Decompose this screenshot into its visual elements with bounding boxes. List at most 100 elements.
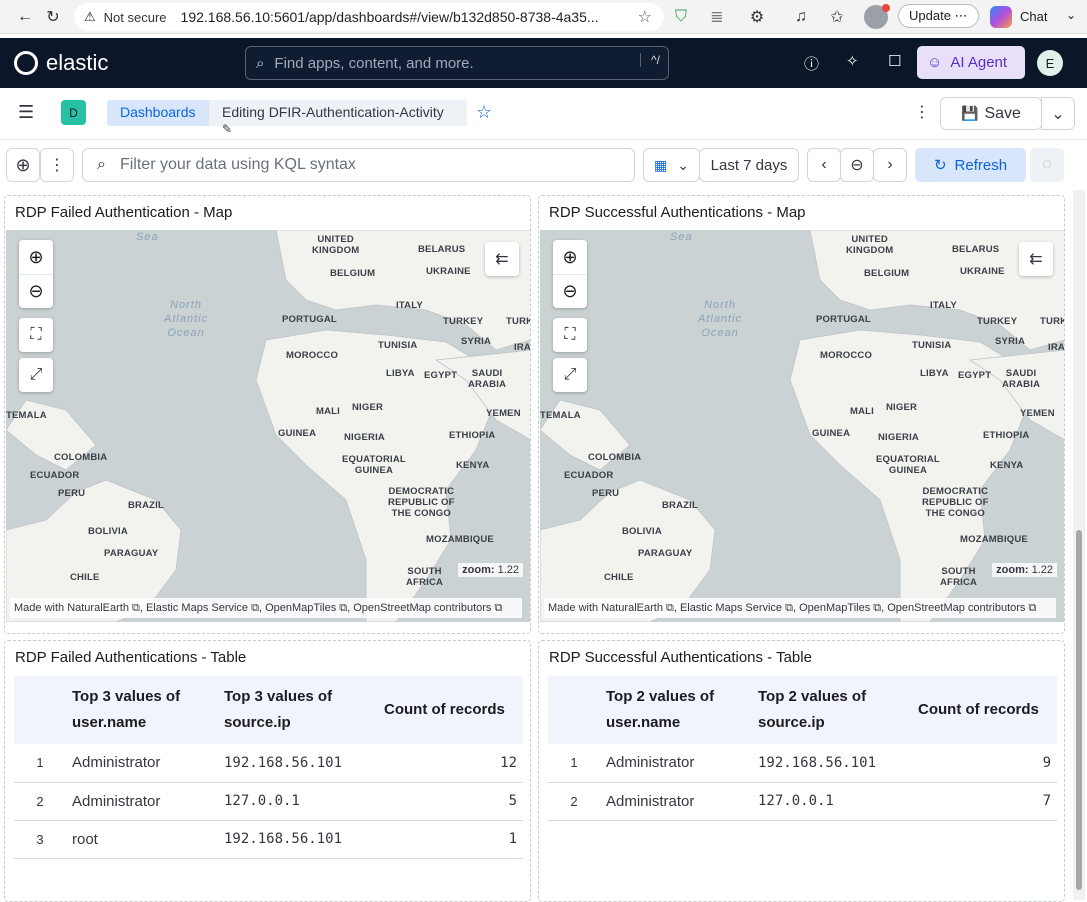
elastic-logo-text[interactable]: elastic [46,50,108,76]
edit-pencil-icon[interactable]: ✎ [222,122,232,136]
count-cell[interactable]: 5 [378,782,523,821]
refresh-button[interactable]: ↻ Refresh [915,148,1026,182]
save-options-button[interactable]: ⌄ [1041,97,1075,130]
database-extension-icon[interactable]: ≣ [706,6,728,28]
zoom-controls: ⊕ ⊖ [553,240,587,308]
count-cell[interactable]: 7 [912,782,1057,821]
success-map-panel[interactable]: RDP Successful Authentications - Map Sea… [538,195,1065,634]
country-label: KENYA [990,460,1024,471]
breadcrumb-dashboards[interactable]: Dashboards [107,100,210,126]
favorites-icon[interactable]: ✩ [826,6,848,28]
previous-period-button[interactable]: ‹ [807,148,841,182]
country-label: ECUADOR [30,470,80,481]
zoom-in-icon[interactable]: ⊕ [19,240,53,274]
zoom-in-icon[interactable]: ⊕ [553,240,587,274]
scrollbar-thumb[interactable] [1076,530,1082,890]
chat-label[interactable]: Chat [1020,9,1047,24]
column-header-count[interactable]: Count of records [378,676,523,744]
kql-query-input[interactable]: ⌕ Filter your data using KQL syntax [82,148,635,182]
fit-to-data-icon[interactable]: ⛶ [19,318,53,352]
space-avatar[interactable]: D [61,100,86,125]
sea-label: Sea [670,231,693,243]
count-cell[interactable]: 9 [912,744,1057,783]
user-name-cell[interactable]: Administrator [600,782,752,821]
whats-new-icon[interactable]: ✧ [846,52,859,70]
failed-map-panel[interactable]: RDP Failed Authentication - Map Sea North… [4,195,531,634]
column-header-ip[interactable]: Top 3 values of source.ip [218,676,378,744]
zoom-controls: ⊕ ⊖ [19,240,53,308]
basemap-land [540,230,1064,622]
country-label: BELARUS [418,244,466,255]
fullscreen-icon[interactable]: ⤢ [553,358,587,392]
page-scrollbar[interactable] [1073,190,1085,900]
save-button[interactable]: 💾 Save [940,97,1042,130]
column-header-user[interactable]: Top 2 values of user.name [600,676,752,744]
source-ip-cell[interactable]: 127.0.0.1 [218,782,378,821]
time-range-display[interactable]: Last 7 days [699,148,799,182]
country-label: SAUDI ARABIA [1002,368,1041,390]
source-ip-cell[interactable]: 192.168.56.101 [752,744,912,783]
country-label: NIGER [886,402,918,413]
zoom-out-icon[interactable]: ⊖ [19,274,53,308]
ai-agent-button[interactable]: ☺ AI Agent [917,46,1025,79]
user-avatar[interactable]: E [1037,50,1063,76]
next-period-button[interactable]: › [873,148,907,182]
country-label: ECUADOR [564,470,614,481]
failed-table-panel[interactable]: RDP Failed Authentications - Table Top 3… [4,640,531,902]
success-table-panel[interactable]: RDP Successful Authentications - Table T… [538,640,1065,902]
country-label: PERU [592,488,620,499]
back-icon[interactable]: ← [14,6,36,28]
source-ip-cell[interactable]: 192.168.56.101 [218,820,378,859]
map-attribution[interactable]: Made with NaturalEarth ⧉, Elastic Maps S… [544,598,1056,618]
menu-icon[interactable]: ☰ [18,102,34,123]
url-text: 192.168.56.10:5601/app/dashboards#/view/… [180,9,599,25]
help-icon[interactable]: ⓘ [804,53,819,74]
zoom-readout: zoom: 1.22 [992,563,1057,577]
chevron-down-icon[interactable]: ⌄ [1066,8,1076,22]
fullscreen-icon[interactable]: ⤢ [19,358,53,392]
country-label: EGYPT [424,370,458,381]
reload-icon[interactable]: ↻ [42,6,64,28]
panel-title: RDP Successful Authentications - Table [549,649,812,666]
bookmark-star-icon[interactable]: ☆ [638,7,652,27]
auto-refresh-button[interactable]: ◌ [1030,148,1064,182]
zoom-out-icon[interactable]: ⊖ [553,274,587,308]
column-header-user[interactable]: Top 3 values of user.name [66,676,218,744]
more-options-icon[interactable]: ⋮ [914,102,930,122]
count-cell[interactable]: 1 [378,820,523,859]
kql-placeholder: Filter your data using KQL syntax [119,156,356,173]
favorite-star-icon[interactable]: ☆ [476,102,492,123]
extensions-icon[interactable]: ⚙ [746,6,768,28]
column-header-count[interactable]: Count of records [912,676,1057,744]
user-name-cell[interactable]: Administrator [66,782,218,821]
layer-control-icon[interactable]: ⇇ [1019,242,1053,276]
copilot-icon[interactable] [990,6,1012,28]
feedback-icon[interactable]: ☐ [888,52,901,70]
count-cell[interactable]: 12 [378,744,523,783]
address-bar[interactable]: ⚠ Not secure 192.168.56.10:5601/app/dash… [74,3,664,31]
user-name-cell[interactable]: root [66,820,218,859]
add-filter-button[interactable]: ⊕ [6,148,40,182]
save-disk-icon: 💾 [961,105,979,121]
update-button[interactable]: Update ⋯ [898,4,979,28]
map-canvas[interactable]: Sea North Atlantic Ocean UNITED KINGDOM BEL… [540,230,1064,622]
media-icon[interactable]: ♫ [790,6,812,28]
basemap-land [6,230,530,622]
table-row: 1 Administrator 192.168.56.101 9 [548,744,1057,783]
global-search-input[interactable]: ⌕ Find apps, content, and more. ^/ [245,46,669,80]
shield-extension-icon[interactable]: ⛉ [670,6,692,28]
user-name-cell[interactable]: Administrator [600,744,752,783]
quick-date-menu-button[interactable]: ▦ ⌄ [643,148,700,182]
zoom-label: zoom: [996,564,1032,576]
user-name-cell[interactable]: Administrator [66,744,218,783]
elastic-logo-icon[interactable] [14,51,38,75]
source-ip-cell[interactable]: 192.168.56.101 [218,744,378,783]
zoom-out-time-button[interactable]: ⊖ [840,148,874,182]
fit-to-data-icon[interactable]: ⛶ [553,318,587,352]
query-menu-button[interactable]: ⋮ [40,148,74,182]
layer-control-icon[interactable]: ⇇ [485,242,519,276]
map-attribution[interactable]: Made with NaturalEarth ⧉, Elastic Maps S… [10,598,522,618]
map-canvas[interactable]: Sea North Atlantic Ocean UNITED KINGDOM BEL… [6,230,530,622]
source-ip-cell[interactable]: 127.0.0.1 [752,782,912,821]
column-header-ip[interactable]: Top 2 values of source.ip [752,676,912,744]
